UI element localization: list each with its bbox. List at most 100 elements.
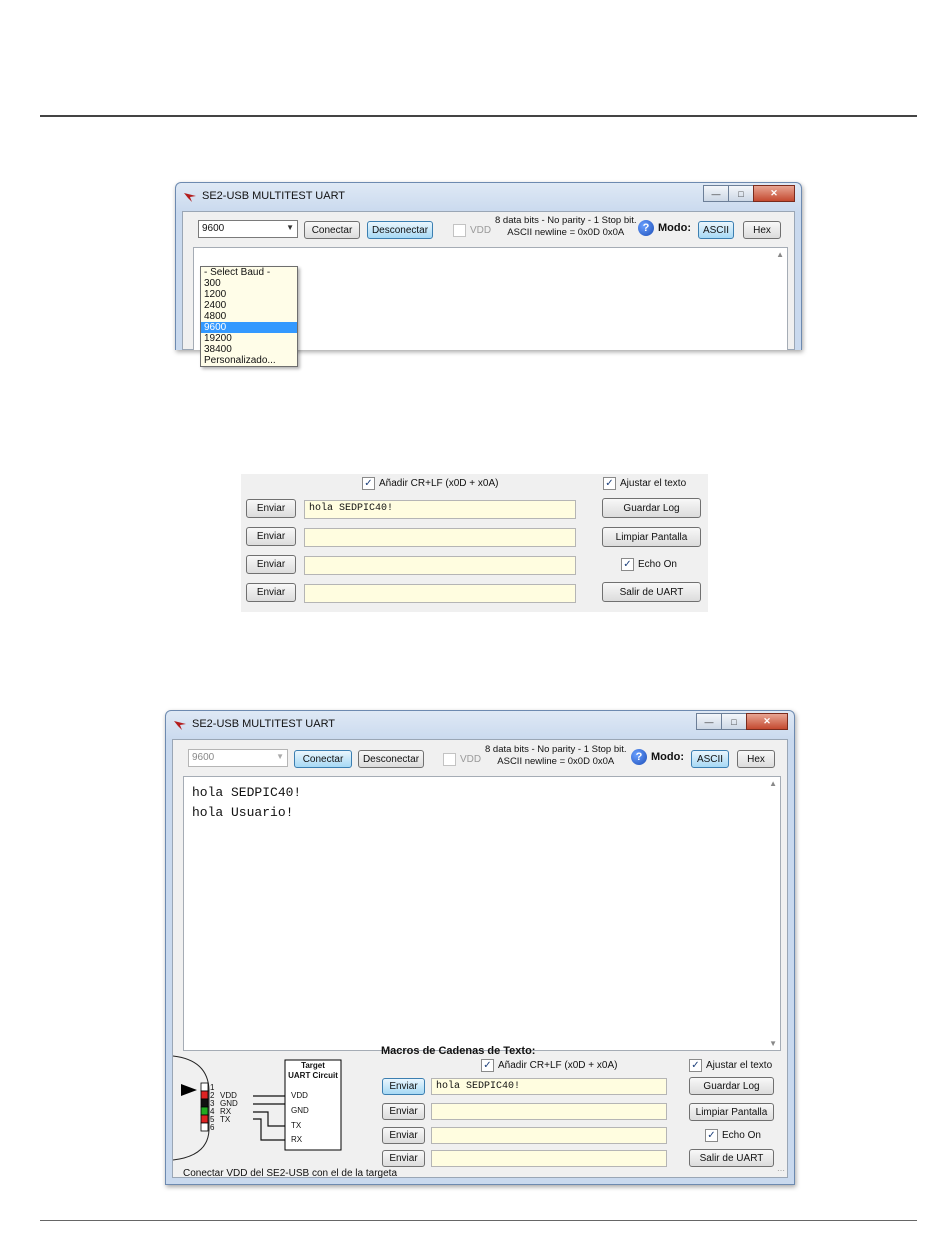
macro-input-4[interactable]	[304, 584, 576, 603]
macro-input-1[interactable]: hola SEDPIC40!	[304, 500, 576, 519]
window-title: SE2-USB MULTITEST UART	[192, 718, 336, 730]
uart-window-top: SE2-USB MULTITEST UART — □ ✕ 9600 ▼ Cone…	[175, 182, 802, 367]
exit-uart-button[interactable]: Salir de UART	[689, 1149, 774, 1167]
chevron-down-icon: ▼	[286, 223, 294, 232]
baud-dropdown-list[interactable]: - Select Baud -300 1200 2400 4800 9600 19200 3…	[200, 266, 298, 367]
maximize-icon[interactable]: □	[721, 713, 747, 730]
baud-option[interactable]: - Select Baud -	[201, 267, 297, 278]
send-button-2[interactable]: Enviar	[246, 527, 296, 546]
checkmark-icon: ✓	[603, 477, 616, 490]
save-log-button[interactable]: Guardar Log	[602, 498, 701, 518]
baud-select[interactable]: 9600 ▼	[198, 220, 298, 238]
vdd-checkbox[interactable]: VDD	[453, 224, 491, 237]
wrap-checkbox[interactable]: ✓ Ajustar el texto	[603, 477, 686, 490]
vdd-label: VDD	[460, 754, 482, 765]
title-bar[interactable]: SE2-USB MULTITEST UART — □ ✕	[176, 183, 801, 211]
macro-input-1[interactable]: hola SEDPIC40!	[431, 1078, 667, 1095]
title-bar[interactable]: SE2-USB MULTITEST UART — □ ✕	[166, 711, 794, 739]
send-button-4[interactable]: Enviar	[382, 1150, 425, 1167]
macro-input-2[interactable]	[431, 1103, 667, 1120]
minimize-icon[interactable]: —	[703, 185, 729, 202]
baud-select[interactable]: 9600 ▼	[188, 749, 288, 767]
send-button-3[interactable]: Enviar	[246, 555, 296, 574]
baud-option[interactable]: 4800	[201, 311, 297, 322]
crlf-label: Añadir CR+LF (x0D + x0A)	[379, 478, 499, 489]
client-area: 9600 ▼ Conectar Desconectar VDD 8 data b…	[172, 739, 788, 1179]
baud-value: 9600	[202, 223, 225, 234]
maximize-icon[interactable]: □	[728, 185, 754, 202]
baud-option[interactable]: 38400	[201, 344, 297, 355]
send-button-4[interactable]: Enviar	[246, 583, 296, 602]
baud-value: 9600	[192, 752, 215, 763]
wrap-checkbox[interactable]: ✓ Ajustar el texto	[689, 1059, 772, 1072]
baud-option[interactable]: 300	[201, 278, 297, 289]
chevron-down-icon: ▼	[276, 752, 284, 761]
clear-screen-button[interactable]: Limpiar Pantalla	[602, 527, 701, 547]
hex-button[interactable]: Hex	[743, 221, 781, 239]
scroll-up-icon[interactable]: ▲	[769, 779, 777, 788]
echo-checkbox[interactable]: ✓ Echo On	[705, 1129, 761, 1142]
macro-input-3[interactable]	[304, 556, 576, 575]
baud-option[interactable]: 9600	[201, 322, 297, 333]
info-line-1: 8 data bits - No parity - 1 Stop bit.	[485, 744, 627, 755]
info-line-1: 8 data bits - No parity - 1 Stop bit.	[495, 215, 637, 226]
clear-screen-button[interactable]: Limpiar Pantalla	[689, 1103, 774, 1121]
diagram-caption: Conectar VDD del SE2-USB con el de la ta…	[183, 1168, 397, 1179]
output-line-2: hola Usuario!	[192, 805, 294, 820]
info-line-2: ASCII newline = 0x0D 0x0A	[497, 756, 615, 767]
terminal-output[interactable]: hola SEDPIC40! hola Usuario! ▲ ▼	[183, 776, 781, 1051]
disconnect-button[interactable]: Desconectar	[367, 221, 433, 239]
send-button-1[interactable]: Enviar	[382, 1078, 425, 1095]
macro-input-4[interactable]	[431, 1150, 667, 1167]
window-title: SE2-USB MULTITEST UART	[202, 190, 346, 202]
checkmark-icon: ✓	[689, 1059, 702, 1072]
checkbox-icon	[443, 753, 456, 766]
baud-option[interactable]: 1200	[201, 289, 297, 300]
help-icon[interactable]: ?	[631, 749, 647, 765]
checkbox-icon	[453, 224, 466, 237]
save-log-button[interactable]: Guardar Log	[689, 1077, 774, 1095]
uart-window-full: SE2-USB MULTITEST UART — □ ✕ 9600 ▼ Cone…	[165, 710, 795, 1185]
macro-input-3[interactable]	[431, 1127, 667, 1144]
close-icon[interactable]: ✕	[746, 713, 788, 730]
scroll-up-icon[interactable]: ▲	[776, 250, 784, 259]
send-button-1[interactable]: Enviar	[246, 499, 296, 518]
checkmark-icon: ✓	[621, 558, 634, 571]
macro-input-2[interactable]	[304, 528, 576, 547]
vdd-label: VDD	[470, 225, 492, 236]
minimize-icon[interactable]: —	[696, 713, 722, 730]
connect-button[interactable]: Conectar	[304, 221, 360, 239]
wrap-label: Ajustar el texto	[620, 478, 687, 489]
ascii-button[interactable]: ASCII	[698, 221, 734, 239]
help-icon[interactable]: ?	[638, 220, 654, 236]
close-icon[interactable]: ✕	[753, 185, 795, 202]
baud-option[interactable]: Personalizado...	[201, 355, 297, 366]
app-logo-icon	[174, 721, 186, 730]
arrow-right-icon	[181, 1084, 197, 1096]
echo-checkbox[interactable]: ✓ Echo On	[621, 558, 677, 571]
top-rule	[40, 115, 917, 117]
disconnect-button[interactable]: Desconectar	[358, 750, 424, 768]
checkmark-icon: ✓	[362, 477, 375, 490]
echo-label: Echo On	[638, 559, 677, 570]
ascii-button[interactable]: ASCII	[691, 750, 729, 768]
exit-uart-button[interactable]: Salir de UART	[602, 582, 701, 602]
scroll-down-icon[interactable]: ▼	[769, 1039, 777, 1048]
vdd-checkbox[interactable]: VDD	[443, 753, 481, 766]
crlf-label: Añadir CR+LF (x0D + x0A)	[498, 1060, 618, 1071]
wrap-label: Ajustar el texto	[706, 1060, 773, 1071]
bottom-rule	[40, 1220, 917, 1221]
send-button-3[interactable]: Enviar	[382, 1127, 425, 1144]
resize-grip-icon[interactable]: ⋯	[777, 1166, 785, 1175]
pin-6: 6	[210, 1123, 215, 1132]
target-label-gnd: GND	[291, 1106, 309, 1115]
crlf-checkbox[interactable]: ✓ Añadir CR+LF (x0D + x0A)	[362, 477, 499, 490]
serial-info: 8 data bits - No parity - 1 Stop bit. AS…	[485, 744, 627, 768]
crlf-checkbox[interactable]: ✓ Añadir CR+LF (x0D + x0A)	[481, 1059, 618, 1072]
connect-button[interactable]: Conectar	[294, 750, 352, 768]
baud-option[interactable]: 19200	[201, 333, 297, 344]
hex-button[interactable]: Hex	[737, 750, 775, 768]
baud-option[interactable]: 2400	[201, 300, 297, 311]
checkmark-icon: ✓	[705, 1129, 718, 1142]
send-button-2[interactable]: Enviar	[382, 1103, 425, 1120]
